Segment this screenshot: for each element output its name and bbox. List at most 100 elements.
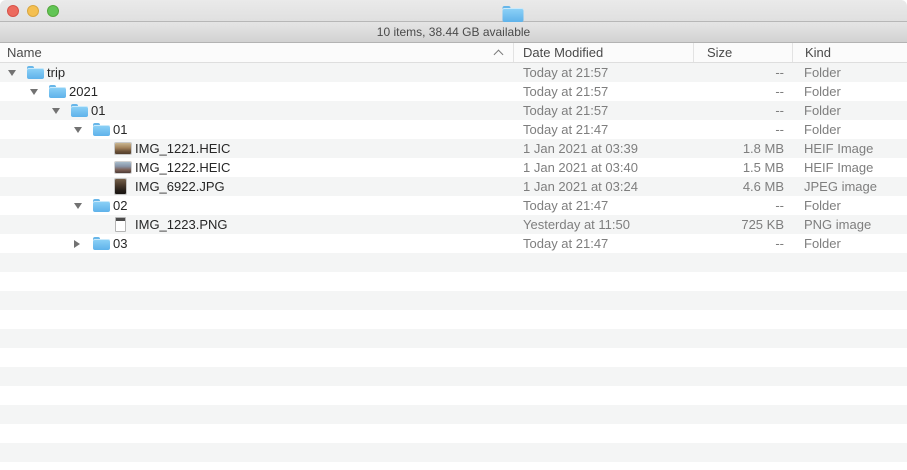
file-name-label: 03	[113, 236, 127, 251]
file-list[interactable]: trip Today at 21:57 -- Folder 2021 Today…	[0, 63, 907, 470]
name-cell: 2021	[0, 82, 513, 101]
status-text: 10 items, 38.44 GB available	[377, 25, 530, 39]
photo-landscape-sky-icon	[115, 162, 131, 173]
date-modified-label: Today at 21:47	[523, 122, 608, 137]
photo-portrait-dark-icon	[115, 179, 126, 194]
date-modified-cell: 1 Jan 2021 at 03:24	[513, 177, 693, 196]
kind-cell: Folder	[792, 120, 907, 139]
name-cell: IMG_1223.PNG	[0, 215, 513, 234]
file-row[interactable]: trip Today at 21:57 -- Folder	[0, 63, 907, 82]
empty-row	[0, 462, 907, 470]
file-row[interactable]: IMG_1221.HEIC 1 Jan 2021 at 03:39 1.8 MB…	[0, 139, 907, 158]
blue-folder-icon	[27, 66, 44, 79]
kind-label: Folder	[804, 198, 841, 213]
column-header-row: Name Date Modified Size Kind	[0, 43, 907, 63]
column-header-kind-label: Kind	[805, 45, 831, 60]
kind-label: Folder	[804, 103, 841, 118]
size-cell: --	[693, 82, 792, 101]
date-modified-label: Today at 21:57	[523, 84, 608, 99]
date-modified-cell: Today at 21:57	[513, 82, 693, 101]
name-cell: 01	[0, 101, 513, 120]
size-cell: 4.6 MB	[693, 177, 792, 196]
blue-folder-icon	[93, 123, 110, 136]
kind-label: PNG image	[804, 217, 871, 232]
size-label: 1.5 MB	[743, 160, 784, 175]
column-header-date-modified[interactable]: Date Modified	[513, 43, 693, 62]
date-modified-cell: Today at 21:47	[513, 120, 693, 139]
kind-cell: Folder	[792, 101, 907, 120]
column-header-name-label: Name	[7, 45, 42, 60]
file-row[interactable]: 01 Today at 21:47 -- Folder	[0, 120, 907, 139]
empty-row	[0, 424, 907, 443]
kind-label: Folder	[804, 122, 841, 137]
blue-folder-icon	[93, 199, 110, 212]
kind-label: Folder	[804, 236, 841, 251]
file-row[interactable]: 02 Today at 21:47 -- Folder	[0, 196, 907, 215]
kind-cell: PNG image	[792, 215, 907, 234]
column-header-size-label: Size	[707, 45, 732, 60]
zoom-button[interactable]	[47, 5, 59, 17]
empty-row	[0, 329, 907, 348]
file-row[interactable]: 03 Today at 21:47 -- Folder	[0, 234, 907, 253]
title-bar[interactable]	[0, 0, 907, 22]
photo-landscape-tan-icon	[115, 143, 131, 154]
name-cell: 03	[0, 234, 513, 253]
kind-label: Folder	[804, 65, 841, 80]
date-modified-label: Today at 21:47	[523, 236, 608, 251]
file-row[interactable]: IMG_1223.PNG Yesterday at 11:50 725 KB P…	[0, 215, 907, 234]
size-cell: --	[693, 120, 792, 139]
date-modified-cell: Today at 21:57	[513, 101, 693, 120]
size-cell: --	[693, 63, 792, 82]
status-bar: 10 items, 38.44 GB available	[0, 22, 907, 43]
kind-label: HEIF Image	[804, 141, 873, 156]
name-cell: IMG_1221.HEIC	[0, 139, 513, 158]
size-label: --	[775, 65, 784, 80]
file-name-label: 01	[113, 122, 127, 137]
file-name-label: 02	[113, 198, 127, 213]
kind-cell: HEIF Image	[792, 158, 907, 177]
disclosure-triangle-icon[interactable]	[52, 108, 60, 114]
file-row[interactable]: 01 Today at 21:57 -- Folder	[0, 101, 907, 120]
date-modified-label: Today at 21:57	[523, 65, 608, 80]
kind-cell: Folder	[792, 63, 907, 82]
kind-cell: HEIF Image	[792, 139, 907, 158]
minimize-button[interactable]	[27, 5, 39, 17]
traffic-lights	[7, 5, 59, 17]
size-cell: --	[693, 234, 792, 253]
folder-proxy-icon[interactable]	[502, 6, 523, 22]
file-row[interactable]: IMG_1222.HEIC 1 Jan 2021 at 03:40 1.5 MB…	[0, 158, 907, 177]
size-label: 725 KB	[741, 217, 784, 232]
file-row[interactable]: 2021 Today at 21:57 -- Folder	[0, 82, 907, 101]
disclosure-triangle-icon[interactable]	[74, 203, 82, 209]
size-cell: --	[693, 196, 792, 215]
blue-folder-icon	[49, 85, 66, 98]
file-name-label: 2021	[69, 84, 98, 99]
name-cell: 02	[0, 196, 513, 215]
file-name-label: IMG_1222.HEIC	[135, 160, 230, 175]
date-modified-cell: Today at 21:57	[513, 63, 693, 82]
disclosure-triangle-icon[interactable]	[8, 70, 16, 76]
empty-row	[0, 272, 907, 291]
column-header-name[interactable]: Name	[0, 43, 513, 62]
empty-row	[0, 386, 907, 405]
kind-cell: Folder	[792, 234, 907, 253]
name-cell: IMG_1222.HEIC	[0, 158, 513, 177]
disclosure-triangle-icon[interactable]	[30, 89, 38, 95]
file-name-label: IMG_1223.PNG	[135, 217, 228, 232]
close-button[interactable]	[7, 5, 19, 17]
size-cell: 1.5 MB	[693, 158, 792, 177]
name-cell: trip	[0, 63, 513, 82]
date-modified-label: 1 Jan 2021 at 03:40	[523, 160, 638, 175]
date-modified-label: 1 Jan 2021 at 03:24	[523, 179, 638, 194]
column-header-size[interactable]: Size	[693, 43, 792, 62]
blue-folder-icon	[93, 237, 110, 250]
disclosure-triangle-icon[interactable]	[74, 240, 80, 248]
date-modified-label: Yesterday at 11:50	[523, 217, 630, 232]
column-header-kind[interactable]: Kind	[792, 43, 907, 62]
empty-row	[0, 348, 907, 367]
empty-row	[0, 367, 907, 386]
date-modified-cell: Today at 21:47	[513, 234, 693, 253]
file-row[interactable]: IMG_6922.JPG 1 Jan 2021 at 03:24 4.6 MB …	[0, 177, 907, 196]
disclosure-triangle-icon[interactable]	[74, 127, 82, 133]
kind-label: JPEG image	[804, 179, 877, 194]
